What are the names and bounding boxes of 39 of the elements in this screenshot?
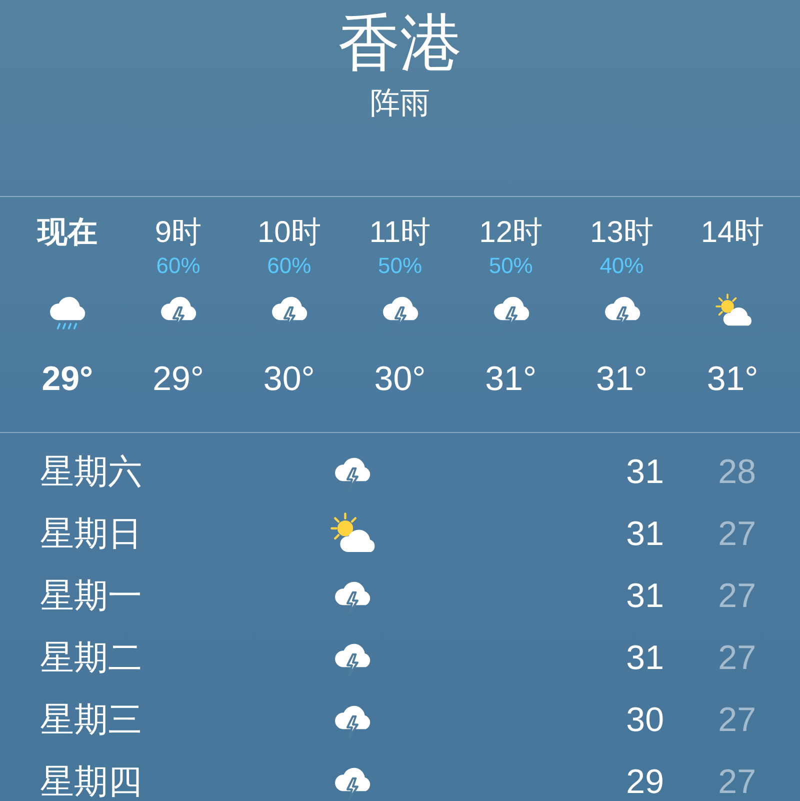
city-name: 香港 (338, 8, 462, 80)
day-name: 星期六 (40, 452, 143, 493)
hour-label: 11时 (369, 215, 431, 251)
hour-temperature: 31° (485, 359, 537, 400)
day-name: 星期四 (40, 762, 143, 801)
hour-label: 12时 (479, 215, 543, 251)
hour-label: 现在 (37, 215, 98, 251)
high-temperature: 31 (625, 514, 664, 554)
high-temperature: 30 (625, 700, 664, 740)
hour-label: 9时 (154, 215, 202, 251)
hour-label: 10时 (257, 215, 321, 251)
low-temperature: 28 (717, 452, 756, 492)
hour-temperature: 31° (706, 359, 758, 400)
precipitation-chance: 50% (378, 253, 422, 278)
hour-temperature: 30° (374, 359, 426, 400)
hour-temperature: 31° (596, 359, 648, 400)
day-name: 星期一 (40, 576, 143, 617)
day-name: 星期三 (40, 700, 143, 741)
hour-label: 13时 (590, 215, 654, 251)
condition-text: 阵雨 (370, 86, 430, 122)
day-name: 星期二 (40, 638, 143, 679)
precipitation-chance: 40% (600, 253, 644, 278)
high-temperature: 31 (625, 638, 664, 678)
hour-temperature: 29° (152, 359, 204, 400)
precipitation-chance: 60% (156, 253, 200, 278)
low-temperature: 27 (717, 762, 756, 801)
high-temperature: 31 (625, 576, 664, 616)
hour-label: 14时 (700, 215, 764, 251)
low-temperature: 27 (717, 576, 756, 616)
high-temperature: 31 (625, 452, 664, 492)
hour-temperature: 30° (263, 359, 315, 400)
low-temperature: 27 (717, 514, 756, 554)
precipitation-chance: 60% (267, 253, 312, 278)
precipitation-chance: 50% (488, 253, 533, 278)
hour-temperature: 29° (42, 359, 94, 400)
low-temperature: 27 (717, 638, 756, 678)
low-temperature: 27 (717, 700, 756, 740)
high-temperature: 29 (625, 762, 664, 801)
day-name: 星期日 (40, 514, 143, 555)
